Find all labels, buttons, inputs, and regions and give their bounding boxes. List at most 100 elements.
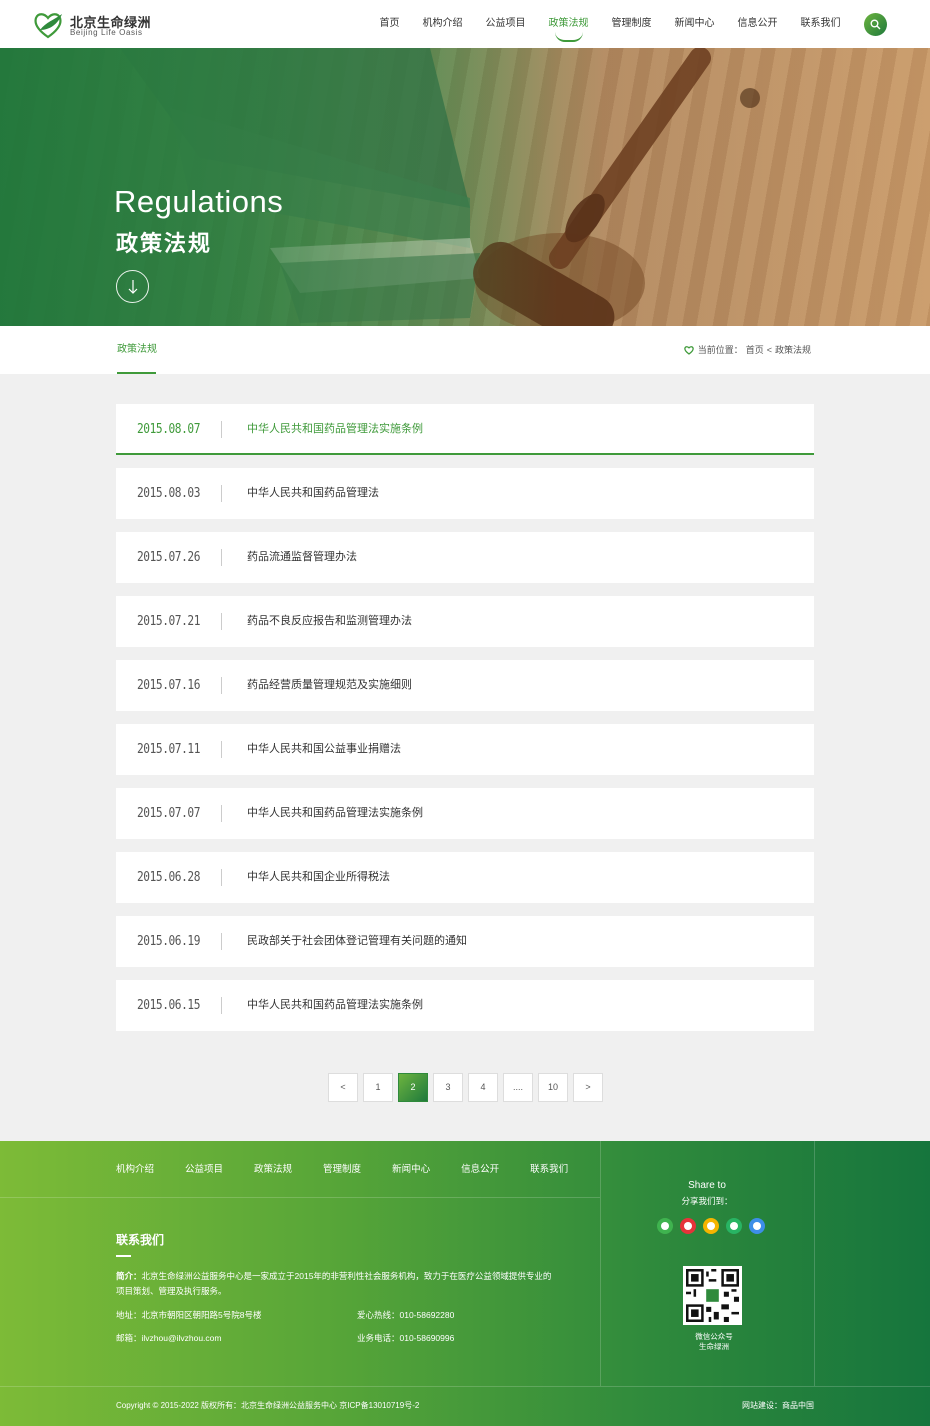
- pagination-page[interactable]: 3: [433, 1073, 463, 1102]
- tab-active-underline: [117, 372, 156, 374]
- nav-label: 管理制度: [611, 18, 652, 29]
- intro-label: 简介：: [116, 1271, 142, 1281]
- row-divider: [221, 485, 222, 502]
- row-divider: [221, 997, 222, 1014]
- breadcrumb-prefix: 当前位置：: [697, 345, 743, 355]
- row-divider: [221, 933, 222, 950]
- search-icon: [870, 19, 881, 30]
- article-title: 药品流通监督管理办法: [247, 551, 357, 563]
- contact-email[interactable]: 邮箱：ilvzhou@ilvzhou.com: [116, 1332, 221, 1344]
- article-row[interactable]: 2015.08.07 中华人民共和国药品管理法实施条例: [116, 404, 814, 455]
- nav-item-home[interactable]: 首页: [368, 0, 411, 48]
- article-date: 2015.06.15: [137, 998, 201, 1013]
- share-title-en: Share to: [688, 1180, 726, 1191]
- icon-glyph: [730, 1222, 738, 1230]
- footer-nav-about[interactable]: 机构介绍: [116, 1141, 154, 1199]
- footer-nav-news[interactable]: 新闻中心: [392, 1141, 430, 1199]
- footer-nav-projects[interactable]: 公益项目: [185, 1141, 223, 1199]
- tab-policies[interactable]: 政策法规: [117, 326, 157, 374]
- search-button[interactable]: [864, 13, 887, 36]
- copyright-text: Copyright © 2015-2022 版权所有：北京生命绿洲公益服务中心 …: [116, 1401, 420, 1410]
- nav-item-management[interactable]: 管理制度: [600, 0, 663, 48]
- article-title: 中华人民共和国药品管理法: [247, 487, 379, 499]
- article-date: 2015.06.19: [137, 934, 201, 949]
- pagination-ellipsis[interactable]: ....: [503, 1073, 533, 1102]
- article-row[interactable]: 2015.07.26 药品流通监督管理办法: [116, 532, 814, 583]
- article-row[interactable]: 2015.07.07 中华人民共和国药品管理法实施条例: [116, 788, 814, 839]
- icon-glyph: [707, 1222, 715, 1230]
- site-header: 北京生命绿洲 Beijing Life Oasis 首页 机构介绍 公益项目 政…: [0, 0, 930, 48]
- row-divider: [221, 869, 222, 886]
- article-row[interactable]: 2015.07.11 中华人民共和国公益事业捐赠法: [116, 724, 814, 775]
- nav-item-news[interactable]: 新闻中心: [663, 0, 726, 48]
- article-title: 中华人民共和国药品管理法实施条例: [247, 807, 423, 819]
- article-row[interactable]: 2015.06.19 民政部关于社会团体登记管理有关问题的通知: [116, 916, 814, 967]
- page-banner: Regulations 政策法规: [0, 48, 930, 326]
- footer-nav-management[interactable]: 管理制度: [323, 1141, 361, 1199]
- org-intro: 简介：北京生命绿洲公益服务中心是一家成立于2015年的非营利性社会服务机构，致力…: [116, 1269, 556, 1299]
- article-title: 药品经营质量管理规范及实施细则: [247, 679, 412, 691]
- qr-label-line: 微信公众号: [695, 1332, 733, 1341]
- article-title: 中华人民共和国药品管理法实施条例: [247, 999, 423, 1011]
- article-title: 药品不良反应报告和监测管理办法: [247, 615, 412, 627]
- footer-nav: 机构介绍 公益项目 政策法规 管理制度 新闻中心 信息公开 联系我们: [116, 1141, 599, 1199]
- nav-item-about[interactable]: 机构介绍: [411, 0, 474, 48]
- nav-label: 公益项目: [485, 18, 526, 29]
- nav-item-projects[interactable]: 公益项目: [474, 0, 537, 48]
- footer-nav-policies[interactable]: 政策法规: [254, 1141, 292, 1199]
- pagination-page[interactable]: 10: [538, 1073, 568, 1102]
- row-divider: [221, 805, 222, 822]
- heart-leaf-logo-icon: [34, 13, 62, 39]
- qr-label: 微信公众号 生命绿洲: [600, 1332, 828, 1352]
- banner-title-en: Regulations: [114, 184, 284, 219]
- nav-item-disclosure[interactable]: 信息公开: [726, 0, 789, 48]
- pagination-page[interactable]: 4: [468, 1073, 498, 1102]
- article-date: 2015.07.21: [137, 614, 201, 629]
- article-row[interactable]: 2015.06.28 中华人民共和国企业所得税法: [116, 852, 814, 903]
- pagination-page[interactable]: 1: [363, 1073, 393, 1102]
- article-row[interactable]: 2015.07.21 药品不良反应报告和监测管理办法: [116, 596, 814, 647]
- row-divider: [221, 421, 222, 438]
- pagination-prev-button[interactable]: <: [328, 1073, 358, 1102]
- article-date: 2015.07.07: [137, 806, 201, 821]
- nav-label: 新闻中心: [674, 18, 715, 29]
- scroll-down-button[interactable]: [116, 270, 149, 303]
- qzone-icon[interactable]: [703, 1218, 719, 1234]
- share-icons: [657, 1218, 772, 1234]
- icon-glyph: [661, 1222, 669, 1230]
- nav-active-indicator: [554, 32, 583, 42]
- icon-glyph: [684, 1222, 692, 1230]
- footer-nav-disclosure[interactable]: 信息公开: [461, 1141, 499, 1199]
- footer-nav-contact[interactable]: 联系我们: [530, 1141, 568, 1199]
- qr-code-icon: [686, 1269, 739, 1322]
- main-nav: 首页 机构介绍 公益项目 政策法规 管理制度 新闻中心 信息公开 联系我们: [368, 0, 852, 48]
- pagination-page-current[interactable]: 2: [398, 1073, 428, 1102]
- weibo-icon[interactable]: [680, 1218, 696, 1234]
- footer-divider: [0, 1386, 930, 1387]
- wechat-icon[interactable]: [657, 1218, 673, 1234]
- wechat-qr-code: [683, 1266, 742, 1325]
- contact-title-underline: [116, 1255, 131, 1257]
- nav-item-contact[interactable]: 联系我们: [789, 0, 852, 48]
- pagination-next-button[interactable]: >: [573, 1073, 603, 1102]
- article-row[interactable]: 2015.06.15 中华人民共和国药品管理法实施条例: [116, 980, 814, 1031]
- share-title-cn: 分享我们到：: [681, 1196, 733, 1206]
- site-credit[interactable]: 网站建设：商品中国: [742, 1400, 814, 1411]
- nav-label: 信息公开: [737, 18, 778, 29]
- breadcrumb-home-link[interactable]: 首页: [746, 326, 764, 374]
- breadcrumb-current: 政策法规: [774, 345, 811, 355]
- nav-item-policies[interactable]: 政策法规: [537, 0, 600, 48]
- article-row[interactable]: 2015.07.16 药品经营质量管理规范及实施细则: [116, 660, 814, 711]
- moments-icon[interactable]: [726, 1218, 742, 1234]
- article-row[interactable]: 2015.08.03 中华人民共和国药品管理法: [116, 468, 814, 519]
- banner-title-cn: 政策法规: [116, 231, 213, 256]
- nav-label: 首页: [379, 18, 400, 29]
- qr-label-line: 生命绿洲: [699, 1342, 729, 1351]
- contact-hotline: 爱心热线：010-58692280: [357, 1310, 455, 1320]
- article-title: 中华人民共和国药品管理法实施条例: [247, 423, 423, 435]
- site-logo[interactable]: 北京生命绿洲 Beijing Life Oasis: [32, 10, 152, 40]
- article-title: 民政部关于社会团体登记管理有关问题的通知: [247, 935, 467, 947]
- article-date: 2015.06.28: [137, 870, 201, 885]
- qq-icon[interactable]: [749, 1218, 765, 1234]
- footer-divider: [0, 1197, 600, 1198]
